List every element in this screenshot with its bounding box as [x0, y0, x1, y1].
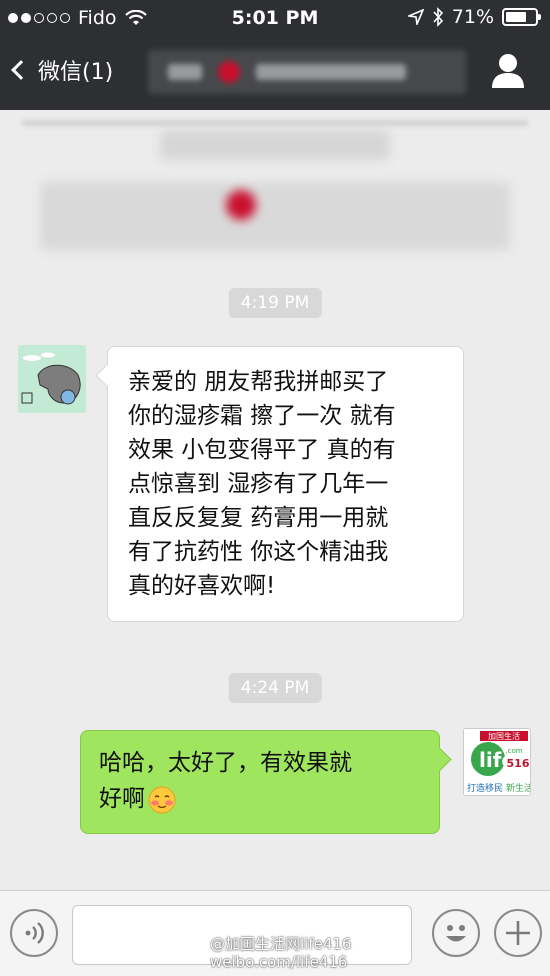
blurred-previous-message: [22, 120, 528, 126]
location-arrow-icon: [407, 9, 424, 25]
smiley-icon: [446, 925, 466, 942]
emoji-button[interactable]: [432, 909, 480, 957]
status-bar: Fido 5:01 PM 71%: [0, 0, 550, 36]
logo-text-5: 新生活: [506, 782, 531, 794]
blurred-previous-time: [160, 130, 390, 160]
message-line: 好啊: [99, 786, 145, 812]
message-line: 亲爱的 朋友帮我拼邮买了: [128, 369, 389, 395]
message-line: 你的湿疹霜 擦了一次 就有: [128, 403, 396, 429]
voice-button[interactable]: [10, 909, 58, 957]
person-icon[interactable]: [488, 50, 528, 90]
status-right: 71%: [407, 6, 541, 28]
cartoon-elephant-icon: [18, 345, 86, 413]
message-line: 真的好喜欢啊!: [128, 573, 276, 599]
incoming-message-bubble[interactable]: 亲爱的 朋友帮我拼邮买了 你的湿疹霜 擦了一次 就有 效果 小包变得平了 真的有…: [107, 346, 464, 622]
logo-text-1: 加国生活: [488, 731, 520, 741]
battery-icon: [502, 8, 541, 26]
message-line: 效果 小包变得平了 真的有: [128, 437, 396, 463]
battery-fill: [506, 12, 526, 22]
timestamp-chip: 4:19 PM: [228, 288, 322, 318]
back-button[interactable]: 微信(1): [11, 54, 114, 86]
blurred-previous-card: [40, 182, 510, 250]
message-line: 点惊喜到 湿疹有了几年一: [128, 471, 389, 497]
nav-bar: 微信(1): [0, 36, 550, 110]
top-bar: Fido 5:01 PM 71% 微信(1): [0, 0, 550, 110]
logo-text-3: 516: [507, 757, 530, 770]
voice-icon: [25, 922, 44, 944]
battery-percent: 71%: [451, 6, 494, 28]
message-line: 直反反复复 药膏用一用就: [128, 505, 389, 531]
chat-title-blurred: [148, 50, 466, 94]
weibo-watermark: @加国生活网life416 weibo.com/life416: [210, 935, 410, 971]
watermark-line-2: weibo.com/life416: [210, 953, 348, 971]
chevron-left-icon: [11, 60, 31, 80]
message-line: 哈哈，太好了，有效果就: [99, 750, 352, 776]
timestamp-chip: 4:24 PM: [228, 673, 322, 703]
logo-text-2: .com: [505, 747, 522, 755]
chat-area[interactable]: 4:19 PM 亲爱的 朋友帮我拼邮买了 你的湿疹霜 擦了一次 就有 效果 小包…: [0, 110, 550, 890]
back-label: 微信(1): [38, 60, 114, 85]
shy-face-emoji: [148, 786, 176, 813]
sender-avatar[interactable]: [18, 345, 86, 413]
life516-logo-icon: 加国生活 life .com 516 打造移民 新生活: [464, 729, 531, 795]
watermark-line-1: @加国生活网life416: [210, 935, 352, 953]
message-line: 有了抗药性 你这个精油我: [128, 539, 389, 565]
more-button[interactable]: [494, 909, 542, 957]
own-avatar-logo[interactable]: 加国生活 life .com 516 打造移民 新生活: [463, 728, 531, 796]
outgoing-message-bubble[interactable]: 哈哈，太好了，有效果就 好啊: [80, 730, 440, 834]
bluetooth-icon: [433, 7, 443, 27]
logo-text-4: 打造移民: [467, 782, 503, 794]
plus-icon: [506, 921, 530, 945]
